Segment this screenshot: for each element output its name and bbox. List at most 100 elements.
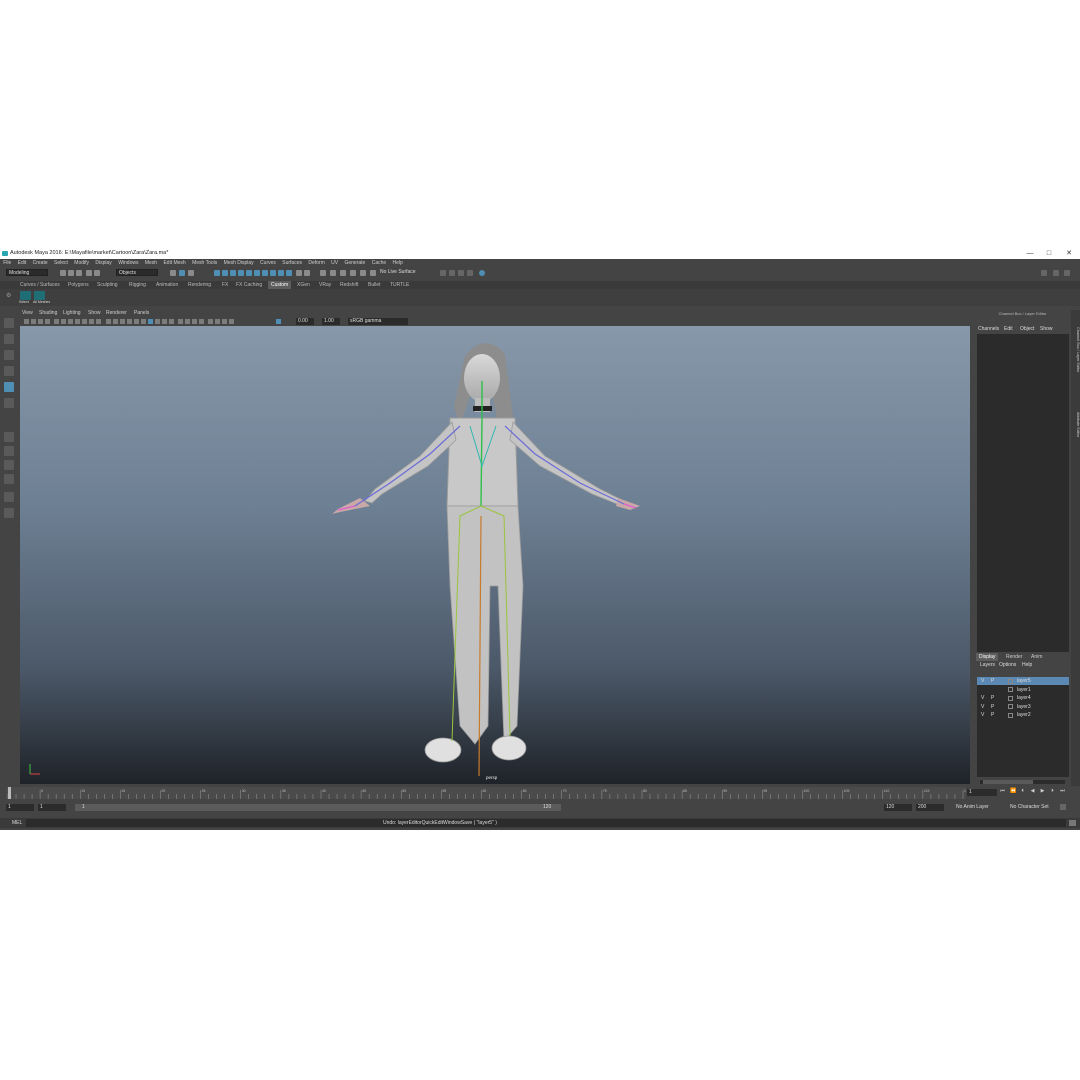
channel-box-area[interactable] (977, 334, 1069, 652)
exposure-field[interactable]: 0.00 (296, 318, 314, 325)
paint-select-tool-icon[interactable] (4, 350, 14, 360)
layer-playback-toggle[interactable]: P (991, 711, 994, 719)
shelf-tab-polygons[interactable]: Polygons (68, 281, 89, 289)
time-ruler[interactable]: 1510152025303540455055606570758085909510… (6, 787, 966, 799)
redo-icon[interactable] (94, 269, 100, 276)
select-tool-icon[interactable] (4, 318, 14, 328)
use-all-lights-icon[interactable] (134, 319, 139, 324)
menu-curves[interactable]: Curves (257, 259, 279, 267)
snap-view-plane-icon[interactable] (360, 269, 366, 276)
layer-row[interactable]: V Player3 (977, 703, 1069, 711)
menu-generate[interactable]: Generate (341, 259, 368, 267)
xray-components-icon[interactable] (199, 319, 204, 324)
wireframe-on-shaded-icon[interactable] (120, 319, 125, 324)
layer-color-swatch-icon[interactable] (1008, 704, 1013, 709)
time-slider[interactable]: 1510152025303540455055606570758085909510… (0, 786, 1080, 802)
ipr-render-icon[interactable] (458, 269, 464, 276)
panel-menu-show[interactable]: Show (88, 310, 101, 317)
safe-action-icon[interactable] (89, 319, 94, 324)
menu-mesh-tools[interactable]: Mesh Tools (189, 259, 221, 267)
scrollbar-thumb[interactable] (983, 780, 1033, 784)
menu-set-dropdown[interactable]: Modeling (6, 269, 48, 276)
layer-color-swatch-icon[interactable] (1008, 687, 1013, 692)
layer-visibility-toggle[interactable]: V (981, 711, 984, 719)
select-camera-icon[interactable] (24, 319, 29, 324)
character-set-dropdown[interactable]: No Character Set (1010, 804, 1049, 811)
command-input[interactable] (26, 819, 1066, 827)
select-misc-icon[interactable] (270, 269, 276, 276)
menu-edit[interactable]: Edit (14, 259, 29, 267)
layer-row[interactable]: V Player2 (977, 711, 1069, 719)
shelf-tab-rendering[interactable]: Rendering (188, 281, 211, 289)
panel-menu-lighting[interactable]: Lighting (63, 310, 81, 317)
gamma-field[interactable]: 1.00 (322, 318, 340, 325)
ambient-occlusion-icon[interactable] (148, 319, 153, 324)
shelf-button-select[interactable] (20, 291, 31, 300)
two-view-layout-icon[interactable] (4, 460, 14, 470)
render-settings-icon[interactable] (467, 269, 473, 276)
select-handle-icon[interactable] (214, 269, 220, 276)
color-space-dropdown[interactable]: sRGB gamma (348, 318, 408, 325)
layer-row[interactable]: layer1 (977, 686, 1069, 694)
layer-color-swatch-icon[interactable] (1008, 678, 1013, 684)
shelf-button-all-meshes[interactable] (34, 291, 45, 300)
hypershade-icon[interactable] (479, 269, 485, 276)
select-lock-icon[interactable] (278, 269, 284, 276)
graph-layout-icon[interactable] (4, 492, 14, 502)
shelf-tab-bullet[interactable]: Bullet (368, 281, 381, 289)
go-to-start-icon[interactable]: ⏮ (1000, 789, 1005, 794)
select-rendering-icon[interactable] (262, 269, 268, 276)
move-tool-icon[interactable] (4, 366, 14, 376)
menu-display[interactable]: Display (92, 259, 115, 267)
select-curve-icon[interactable] (230, 269, 236, 276)
layer-row[interactable]: V Player4 (977, 694, 1069, 702)
hypershade-layout-icon[interactable] (4, 508, 14, 518)
menu-create[interactable]: Create (29, 259, 50, 267)
layer-menu-help[interactable]: Help (1022, 662, 1032, 669)
end-time-field[interactable]: 200 (916, 804, 944, 811)
xray-icon[interactable] (185, 319, 190, 324)
layer-visibility-toggle[interactable]: V (981, 694, 984, 702)
smooth-shade-icon[interactable] (113, 319, 118, 324)
go-to-end-icon[interactable]: ⏭ (1060, 789, 1065, 794)
shelf-tab-fx[interactable]: FX (222, 281, 228, 289)
next-key-icon[interactable]: ⏵ (1050, 789, 1055, 794)
safe-title-icon[interactable] (96, 319, 101, 324)
prev-key-icon[interactable]: ⏴ (1020, 789, 1025, 794)
gamma-icon[interactable] (222, 319, 227, 324)
layer-menu-layers[interactable]: Layers (980, 662, 995, 669)
shelf-tab-rigging[interactable]: Rigging (129, 281, 146, 289)
layer-visibility-toggle[interactable]: V (981, 677, 984, 685)
undo-icon[interactable] (86, 269, 92, 276)
render-view-icon[interactable] (440, 269, 446, 276)
bookmark-icon[interactable] (38, 319, 43, 324)
shelf-tab-sculpting[interactable]: Sculpting (97, 281, 118, 289)
select-deform-icon[interactable] (246, 269, 252, 276)
auto-key-icon[interactable] (1060, 804, 1066, 810)
playback-end-field[interactable]: 120 (884, 804, 912, 811)
layer-visibility-toggle[interactable]: V (981, 703, 984, 711)
layer-row[interactable]: V Player5 (977, 677, 1069, 685)
open-scene-icon[interactable] (68, 269, 74, 276)
motion-blur-icon[interactable] (155, 319, 160, 324)
menu-uv[interactable]: UV (328, 259, 341, 267)
shelf-tab-curves-surfaces[interactable]: Curves / Surfaces (20, 281, 60, 289)
snap-projected-icon[interactable] (350, 269, 356, 276)
layer-menu-options[interactable]: Options (999, 662, 1016, 669)
outliner-layout-icon[interactable] (4, 474, 14, 484)
grid-icon[interactable] (54, 319, 59, 324)
command-language-label[interactable]: MEL (12, 818, 22, 828)
exposure-icon[interactable] (215, 319, 220, 324)
start-time-field[interactable]: 1 (6, 804, 34, 811)
make-live-icon[interactable] (370, 269, 376, 276)
channel-menu-channels[interactable]: Channels (978, 326, 999, 333)
object-mode-icon[interactable] (179, 269, 185, 276)
shelf-tab-xgen[interactable]: XGen (297, 281, 310, 289)
film-gate-icon[interactable] (61, 319, 66, 324)
menu-cache[interactable]: Cache (369, 259, 390, 267)
panel-menu-renderer[interactable]: Renderer (106, 310, 127, 317)
layer-color-swatch-icon[interactable] (1008, 695, 1013, 701)
playback-start-field[interactable]: 1 (38, 804, 66, 811)
snap-point-icon[interactable] (340, 269, 346, 276)
layer-tab-display[interactable]: Display (976, 653, 999, 661)
